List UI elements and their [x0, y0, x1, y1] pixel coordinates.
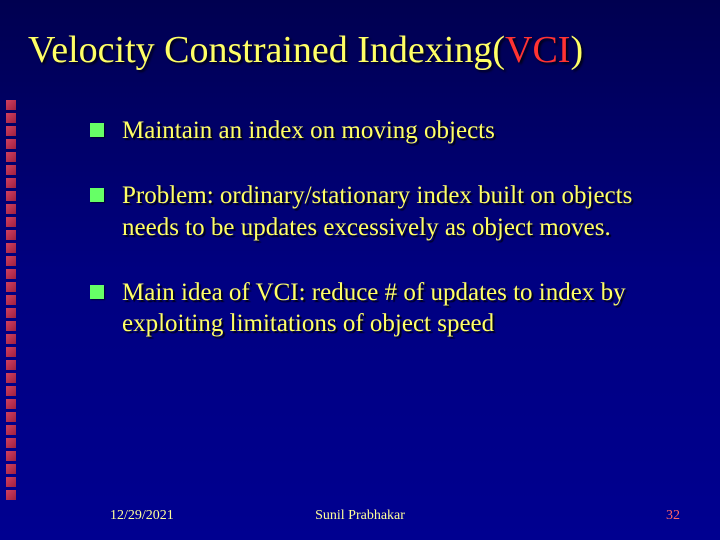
slide: Velocity Constrained Indexing(VCI) Maint… — [0, 0, 720, 540]
title-accent: VCI — [505, 29, 570, 71]
footer-page-number: 32 — [666, 508, 680, 524]
bullet-text: Maintain an index on moving objects — [122, 115, 495, 146]
bullet-icon — [90, 188, 104, 202]
bullet-icon — [90, 123, 104, 137]
footer: 12/29/2021 Sunil Prabhakar 32 — [0, 508, 720, 524]
list-item: Problem: ordinary/stationary index built… — [90, 180, 690, 243]
slide-title: Velocity Constrained Indexing(VCI) — [28, 28, 710, 72]
list-item: Main idea of VCI: reduce # of updates to… — [90, 277, 690, 340]
bullet-icon — [90, 285, 104, 299]
title-prefix: Velocity Constrained Indexing( — [28, 29, 505, 71]
footer-date: 12/29/2021 — [110, 508, 174, 524]
footer-author: Sunil Prabhakar — [315, 508, 405, 524]
bullet-text: Main idea of VCI: reduce # of updates to… — [122, 277, 690, 340]
title-suffix: ) — [570, 29, 583, 71]
left-decoration — [6, 100, 18, 500]
bullet-text: Problem: ordinary/stationary index built… — [122, 180, 690, 243]
bullet-list: Maintain an index on moving objects Prob… — [90, 115, 690, 339]
list-item: Maintain an index on moving objects — [90, 115, 690, 146]
